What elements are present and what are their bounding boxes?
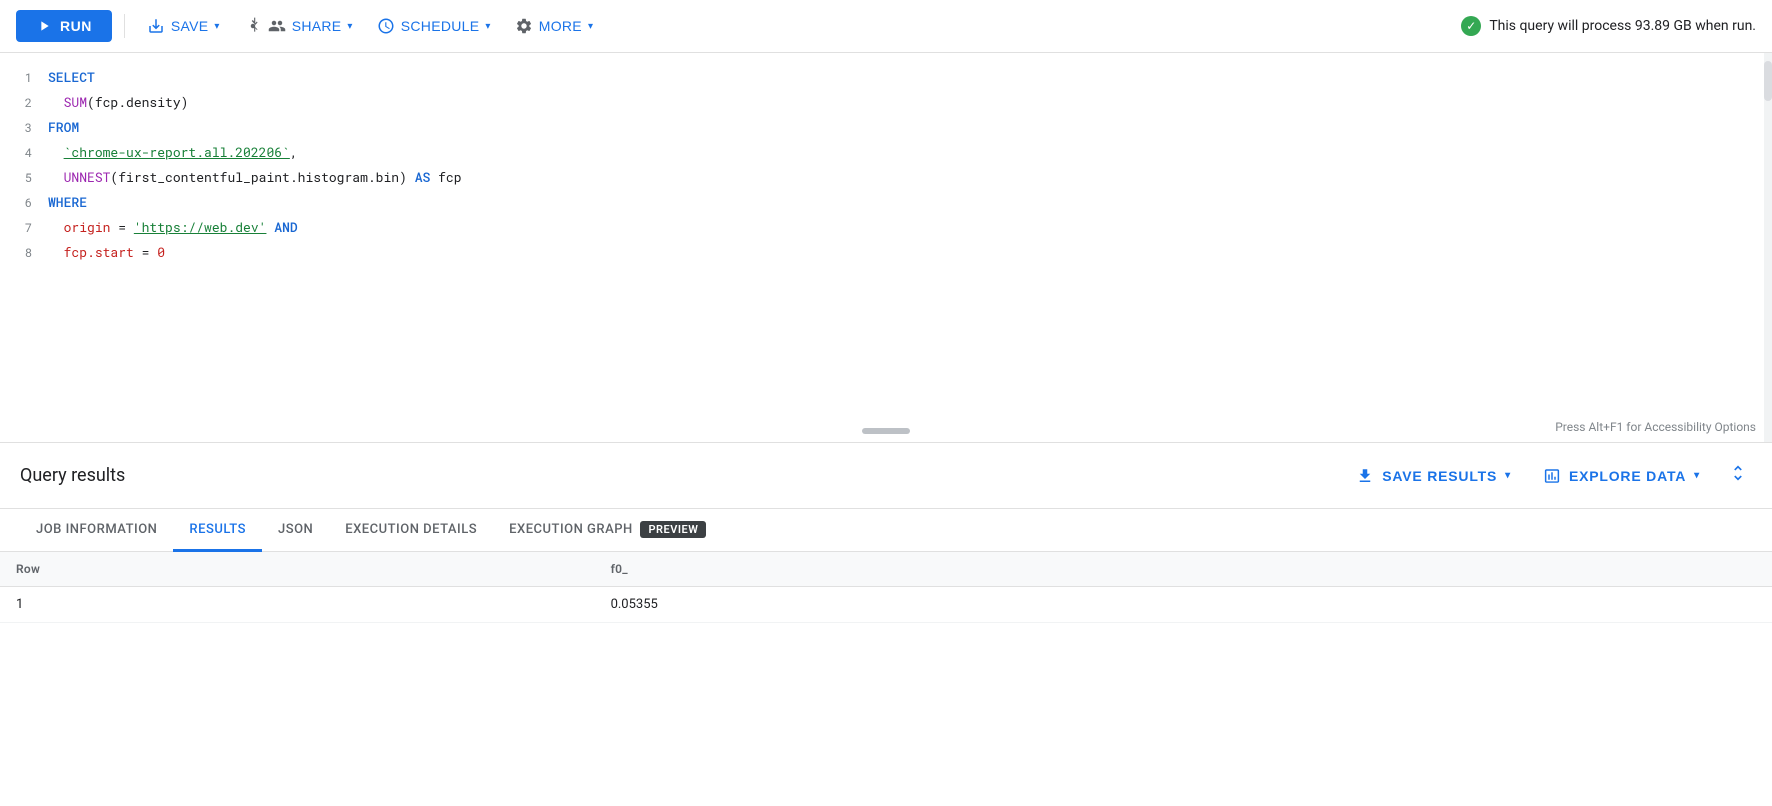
- accessibility-hint: Press Alt+F1 for Accessibility Options: [1555, 420, 1756, 434]
- code-content-7: origin = 'https://web.dev' AND: [48, 215, 1756, 239]
- line-num-4: 4: [16, 141, 48, 165]
- share-person-icon: [268, 17, 286, 35]
- more-label: MORE: [539, 18, 582, 34]
- tab-job-information[interactable]: JOB INFORMATION: [20, 510, 173, 551]
- code-content-4: `chrome-ux-report.all.202206`,: [48, 140, 1756, 164]
- save-chevron-icon: ▾: [214, 21, 219, 32]
- results-title: Query results: [20, 465, 1348, 486]
- save-results-label: SAVE RESULTS: [1382, 468, 1497, 484]
- save-results-chevron-icon: ▾: [1505, 470, 1511, 481]
- line-num-3: 3: [16, 116, 48, 140]
- code-content-1: SELECT: [48, 65, 1756, 89]
- schedule-chevron-icon: ▾: [485, 21, 490, 32]
- col-header-f0: f0_: [595, 552, 1434, 587]
- horizontal-scrollbar: [862, 428, 910, 434]
- code-editor[interactable]: 1 SELECT 2 SUM(fcp.density) 3 FROM 4 `ch…: [0, 53, 1772, 443]
- code-line-5: 5 UNNEST(first_contentful_paint.histogra…: [0, 165, 1772, 190]
- schedule-label: SCHEDULE: [401, 18, 480, 34]
- line-num-2: 2: [16, 91, 48, 115]
- explore-data-label: EXPLORE DATA: [1569, 468, 1686, 484]
- run-label: RUN: [60, 18, 92, 34]
- col-header-empty: [1433, 552, 1772, 587]
- vertical-scrollbar[interactable]: [1764, 53, 1772, 442]
- more-chevron-icon: ▾: [588, 21, 593, 32]
- more-gear-icon: [515, 17, 533, 35]
- save-label: SAVE: [171, 18, 209, 34]
- share-label: SHARE: [292, 18, 342, 34]
- table-row: 1 0.05355: [0, 587, 1772, 623]
- cell-empty-1: [1433, 587, 1772, 623]
- share-chevron-icon: ▾: [347, 21, 352, 32]
- success-icon: ✓: [1461, 16, 1481, 36]
- line-num-8: 8: [16, 241, 48, 265]
- code-line-3: 3 FROM: [0, 115, 1772, 140]
- code-line-4: 4 `chrome-ux-report.all.202206`,: [0, 140, 1772, 165]
- results-actions: SAVE RESULTS ▾ EXPLORE DATA ▾: [1348, 459, 1752, 492]
- play-icon: [36, 18, 52, 34]
- tab-execution-details-label: EXECUTION DETAILS: [345, 522, 477, 537]
- tab-execution-details[interactable]: EXECUTION DETAILS: [329, 510, 493, 551]
- code-content-8: fcp.start = 0: [48, 240, 1756, 264]
- explore-data-icon: [1543, 467, 1561, 485]
- line-num-6: 6: [16, 191, 48, 215]
- toolbar-divider: [124, 14, 125, 38]
- tab-results-label: RESULTS: [189, 522, 246, 537]
- line-num-1: 1: [16, 66, 48, 90]
- results-table: Row f0_ 1 0.05355: [0, 552, 1772, 623]
- explore-data-chevron-icon: ▾: [1694, 470, 1700, 481]
- toolbar: RUN SAVE ▾ SHARE ▾ SCHEDULE ▾ MORE ▾: [0, 0, 1772, 53]
- query-info-text: This query will process 93.89 GB when ru…: [1489, 18, 1756, 34]
- share-button[interactable]: SHARE ▾: [234, 11, 363, 41]
- save-results-button[interactable]: SAVE RESULTS ▾: [1348, 461, 1519, 491]
- tab-results[interactable]: RESULTS: [173, 510, 262, 552]
- code-line-2: 2 SUM(fcp.density): [0, 90, 1772, 115]
- expand-icon: [1728, 463, 1748, 483]
- code-content-2: SUM(fcp.density): [48, 90, 1756, 114]
- code-lines: 1 SELECT 2 SUM(fcp.density) 3 FROM 4 `ch…: [0, 61, 1772, 269]
- code-line-6: 6 WHERE: [0, 190, 1772, 215]
- line-num-7: 7: [16, 216, 48, 240]
- query-info: ✓ This query will process 93.89 GB when …: [1461, 16, 1756, 36]
- tab-json-label: JSON: [278, 522, 313, 537]
- line-num-5: 5: [16, 166, 48, 190]
- table-header-row: Row f0_: [0, 552, 1772, 587]
- cell-f0-1: 0.05355: [595, 587, 1434, 623]
- results-header: Query results SAVE RESULTS ▾ EXPLORE DAT…: [0, 443, 1772, 509]
- save-button[interactable]: SAVE ▾: [137, 11, 230, 41]
- code-content-5: UNNEST(first_contentful_paint.histogram.…: [48, 165, 1756, 189]
- tabs-bar: JOB INFORMATION RESULTS JSON EXECUTION D…: [0, 509, 1772, 552]
- expand-button[interactable]: [1724, 459, 1752, 492]
- tab-execution-graph[interactable]: EXECUTION GRAPH PREVIEW: [493, 509, 722, 552]
- schedule-icon: [377, 17, 395, 35]
- code-line-7: 7 origin = 'https://web.dev' AND: [0, 215, 1772, 240]
- code-line-8: 8 fcp.start = 0: [0, 240, 1772, 265]
- vertical-scrollbar-thumb: [1764, 61, 1772, 101]
- results-area: Query results SAVE RESULTS ▾ EXPLORE DAT…: [0, 443, 1772, 623]
- save-results-icon: [1356, 467, 1374, 485]
- code-content-3: FROM: [48, 115, 1756, 139]
- col-header-row: Row: [0, 552, 595, 587]
- cell-row-1: 1: [0, 587, 595, 623]
- more-button[interactable]: MORE ▾: [505, 11, 604, 41]
- run-button[interactable]: RUN: [16, 10, 112, 42]
- explore-data-button[interactable]: EXPLORE DATA ▾: [1535, 461, 1708, 491]
- tab-job-information-label: JOB INFORMATION: [36, 522, 157, 537]
- schedule-button[interactable]: SCHEDULE ▾: [367, 11, 501, 41]
- tab-execution-graph-label: EXECUTION GRAPH: [509, 522, 633, 537]
- code-line-1: 1 SELECT: [0, 65, 1772, 90]
- tab-json[interactable]: JSON: [262, 510, 329, 551]
- preview-badge: PREVIEW: [640, 521, 706, 538]
- share-icon: [244, 17, 262, 35]
- save-icon: [147, 17, 165, 35]
- code-content-6: WHERE: [48, 190, 1756, 214]
